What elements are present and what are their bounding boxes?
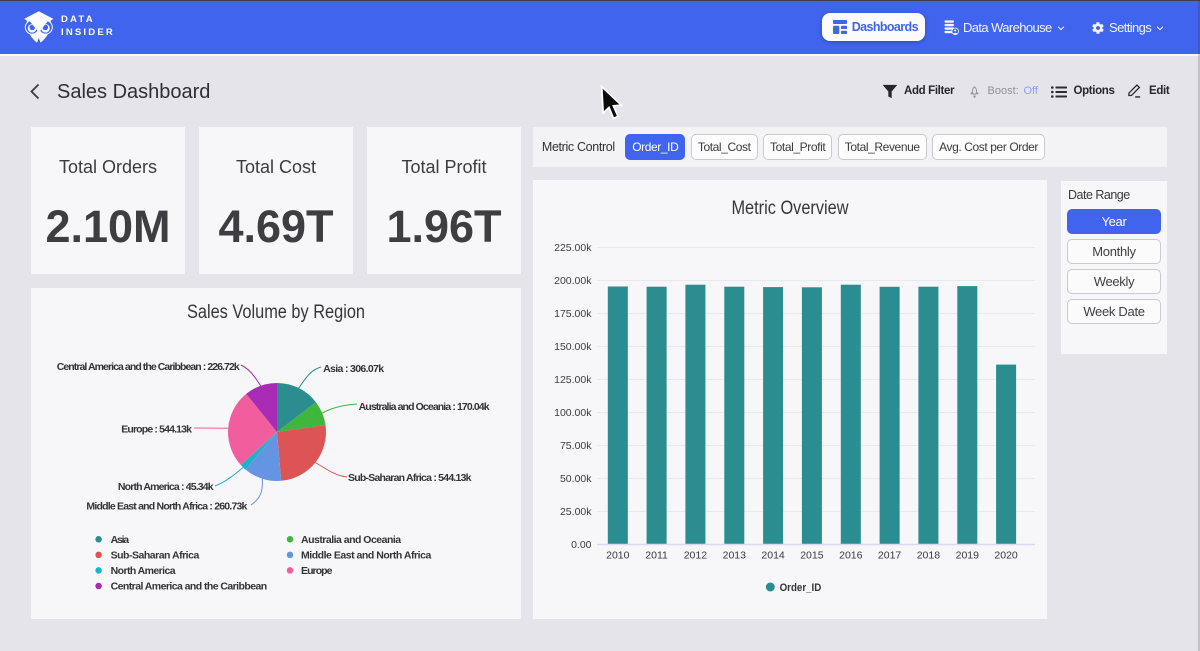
svg-text:Middle East and North Africa: Middle East and North Africa bbox=[301, 550, 431, 562]
svg-text:2010: 2010 bbox=[606, 550, 630, 562]
svg-text:Australia and Oceania: Australia and Oceania bbox=[301, 534, 401, 546]
svg-text:Europe: Europe bbox=[301, 565, 333, 577]
svg-text:Asia: Asia bbox=[111, 534, 130, 546]
svg-text:50.00k: 50.00k bbox=[560, 473, 592, 485]
svg-text:2014: 2014 bbox=[761, 550, 785, 562]
svg-text:200.00k: 200.00k bbox=[554, 275, 592, 287]
svg-text:2017: 2017 bbox=[878, 550, 902, 562]
svg-text:Australia and Oceania : 170.04: Australia and Oceania : 170.04k bbox=[359, 401, 490, 413]
svg-text:175.00k: 175.00k bbox=[554, 308, 592, 320]
svg-text:0.00: 0.00 bbox=[571, 539, 592, 551]
svg-text:125.00k: 125.00k bbox=[554, 374, 592, 386]
svg-text:75.00k: 75.00k bbox=[560, 440, 592, 452]
svg-text:25.00k: 25.00k bbox=[560, 506, 592, 518]
svg-text:North America : 45.34k: North America : 45.34k bbox=[118, 481, 214, 493]
svg-text:Middle East and North Africa :: Middle East and North Africa : 260.73k bbox=[86, 501, 247, 513]
svg-text:2020: 2020 bbox=[994, 550, 1018, 562]
svg-text:2012: 2012 bbox=[684, 550, 708, 562]
svg-text:150.00k: 150.00k bbox=[554, 341, 592, 353]
svg-text:2019: 2019 bbox=[956, 550, 980, 562]
svg-text:225.00k: 225.00k bbox=[554, 242, 592, 254]
svg-text:100.00k: 100.00k bbox=[554, 407, 592, 419]
svg-text:2016: 2016 bbox=[839, 550, 863, 562]
svg-text:2011: 2011 bbox=[645, 550, 668, 562]
svg-text:Sub-Saharan Africa : 544.13k: Sub-Saharan Africa : 544.13k bbox=[348, 472, 472, 484]
svg-text:Asia : 306.07k: Asia : 306.07k bbox=[323, 363, 384, 375]
svg-text:Order_ID: Order_ID bbox=[780, 582, 822, 594]
svg-text:Sub-Saharan Africa: Sub-Saharan Africa bbox=[111, 550, 200, 562]
svg-text:North America: North America bbox=[111, 565, 176, 577]
svg-text:Central America and the Caribb: Central America and the Caribbean bbox=[111, 581, 268, 593]
svg-text:Europe : 544.13k: Europe : 544.13k bbox=[121, 424, 192, 436]
svg-text:2015: 2015 bbox=[800, 550, 824, 562]
svg-text:Central America and the Caribb: Central America and the Caribbean : 226.… bbox=[57, 361, 240, 373]
svg-text:2013: 2013 bbox=[723, 550, 747, 562]
svg-text:2018: 2018 bbox=[917, 550, 941, 562]
